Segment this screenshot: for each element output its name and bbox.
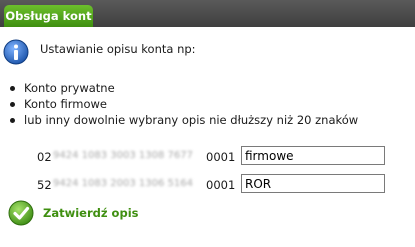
account-number-masked: 9424 1083 3003 1308 7677	[53, 150, 193, 161]
list-item: Konto prywatne	[8, 80, 358, 96]
account-number-prefix: 02	[37, 150, 52, 164]
main-panel: Ustawianie opisu konta np: Konto prywatn…	[0, 27, 415, 247]
tab-account-service[interactable]: Obsługa kont	[4, 5, 93, 27]
account-number-suffix: 0001	[206, 178, 236, 192]
intro-text: Ustawianie opisu konta np:	[40, 42, 196, 56]
account-number-prefix: 52	[37, 178, 52, 192]
list-item: Konto firmowe	[8, 96, 358, 112]
confirm-button-label: Zatwierdź opis	[43, 206, 139, 220]
list-item: lub inny dowolnie wybrany opis nie dłużs…	[8, 112, 358, 128]
checkmark-icon	[8, 200, 34, 226]
account-number-suffix: 0001	[206, 150, 236, 164]
confirm-description-button[interactable]: Zatwierdź opis	[8, 199, 138, 227]
description-examples-list: Konto prywatne Konto firmowe lub inny do…	[8, 80, 358, 128]
top-bar: Obsługa kont	[0, 0, 415, 27]
info-icon	[3, 39, 29, 65]
account-description-input[interactable]	[241, 174, 385, 193]
account-number-masked: 9424 1083 2003 1306 5164	[53, 178, 193, 189]
account-description-input[interactable]	[241, 146, 385, 165]
